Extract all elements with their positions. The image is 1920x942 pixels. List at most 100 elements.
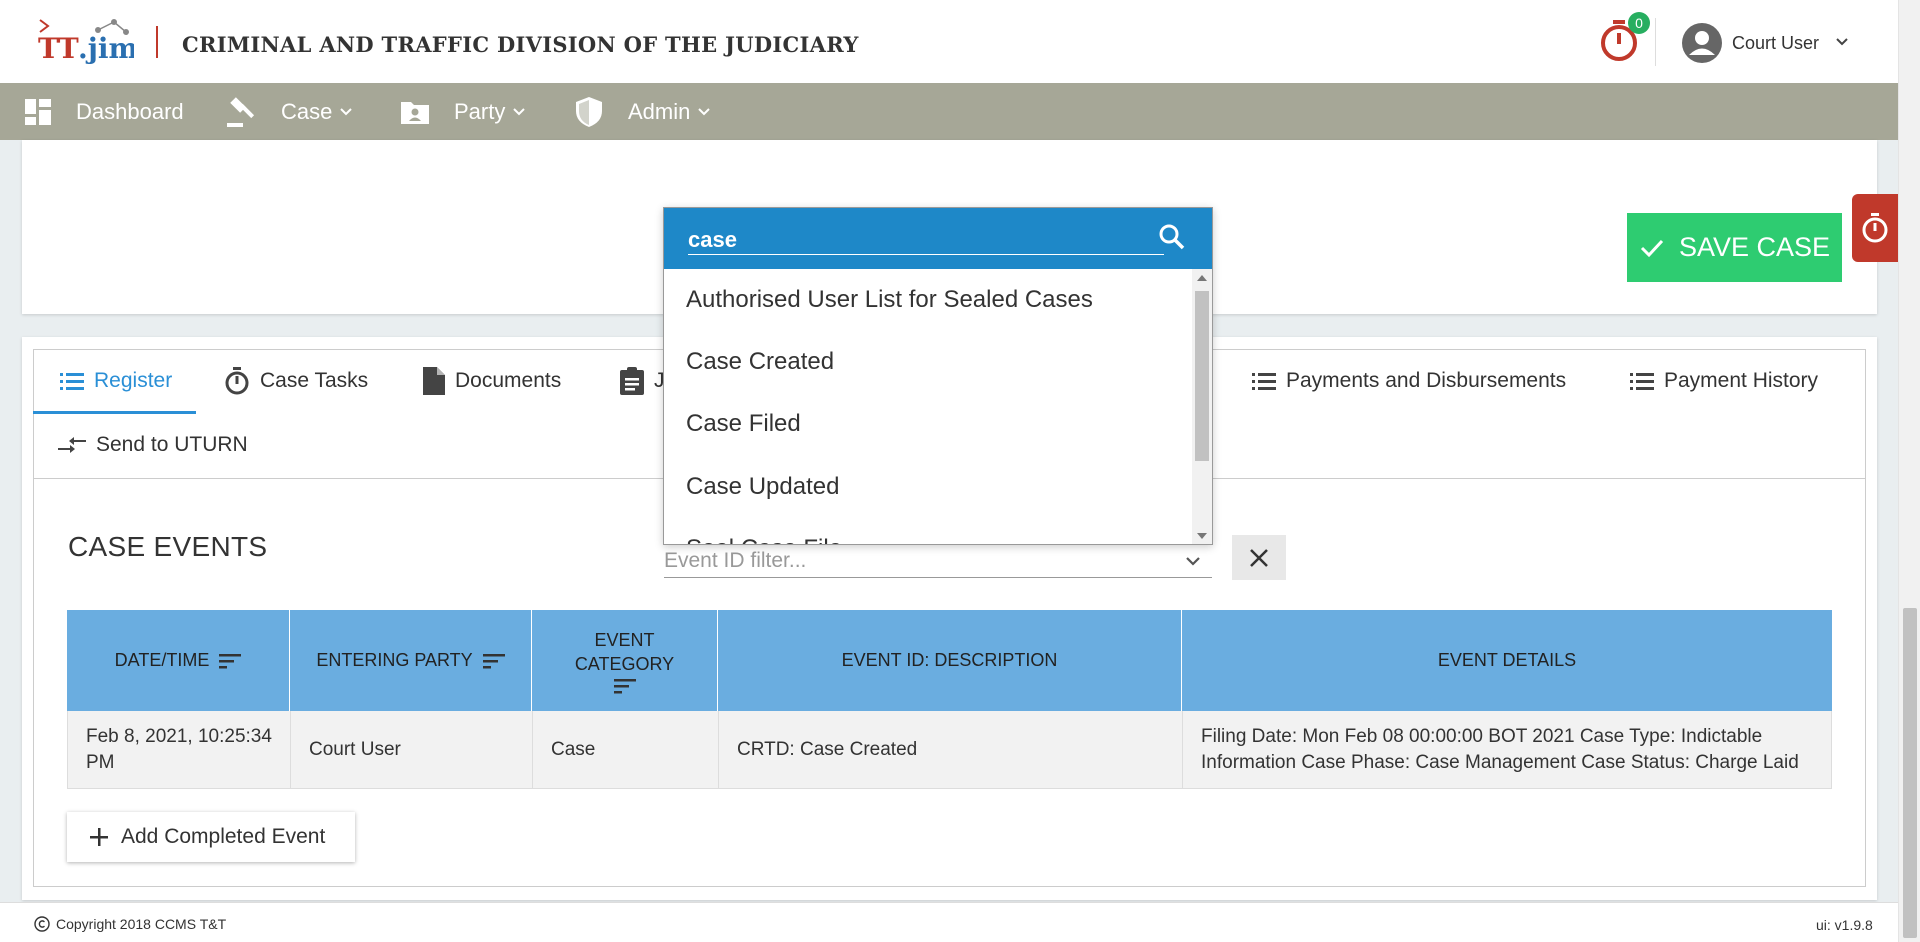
column-header-event-id: EVENT ID: DESCRIPTION (718, 610, 1182, 711)
chevron-down-icon (513, 107, 526, 115)
column-header-datetime[interactable]: DATE/TIME (67, 610, 290, 711)
dropdown-scrollbar-thumb[interactable] (1195, 291, 1209, 461)
nav-item-admin[interactable]: Admin (574, 83, 712, 140)
app-footer: Copyright 2018 CCMS T&T ui: v1.9.8 (0, 902, 1898, 942)
tab-register[interactable]: Register (60, 361, 172, 401)
column-header-event-details: EVENT DETAILS (1182, 610, 1832, 711)
dropdown-search-underline (688, 254, 1164, 255)
cell-event-details: Filing Date: Mon Feb 08 00:00:00 BOT 202… (1201, 725, 1799, 773)
user-name[interactable]: Court User (1732, 33, 1819, 54)
table-row[interactable]: Feb 8, 2021, 10:25:34 PM Court User Case… (67, 711, 1832, 789)
dropdown-search-bar (664, 208, 1212, 269)
case-events-title: CASE EVENTS (68, 531, 268, 562)
save-case-label: SAVE CASE (1678, 232, 1831, 262)
svg-text:.jim: .jim (78, 32, 134, 65)
sort-icon[interactable] (219, 653, 242, 669)
check-icon (1640, 239, 1664, 257)
contact-folder-icon (400, 98, 430, 126)
tab-payment-history[interactable]: Payment History (1630, 361, 1818, 401)
side-timer-button[interactable] (1852, 194, 1898, 262)
nav-item-party[interactable]: Party (400, 83, 527, 140)
tab-label: Case Tasks (260, 369, 369, 392)
page-scrollbar-thumb[interactable] (1903, 608, 1917, 938)
table-header: DATE/TIME ENTERING PARTY EVENT CATEGORY … (67, 610, 1832, 711)
chevron-down-icon[interactable] (1834, 34, 1850, 50)
stopwatch-icon (1862, 213, 1888, 243)
tab-label: Documents (455, 369, 562, 392)
header-separator (1655, 18, 1656, 66)
logo-divider (156, 26, 158, 58)
list-icon (1630, 373, 1654, 390)
timer-icon (225, 367, 249, 395)
nav-label-dashboard: Dashboard (76, 98, 184, 124)
add-completed-event-label: Add Completed Event (121, 825, 326, 848)
tab-label: Payment History (1664, 369, 1819, 392)
dropdown-option[interactable]: Seal Case File (664, 518, 1192, 544)
scroll-down-arrow-icon[interactable] (1197, 533, 1207, 539)
tab-label: Register (94, 369, 173, 392)
user-avatar-icon[interactable] (1681, 22, 1723, 64)
shield-icon (574, 96, 604, 128)
list-icon (1252, 373, 1276, 390)
cell-event-category: Case (533, 711, 719, 788)
column-label: EVENT DETAILS (1437, 650, 1577, 670)
event-id-filter[interactable] (664, 546, 1212, 578)
swap-icon (58, 437, 86, 453)
column-label: EVENT ID: DESCRIPTION (841, 650, 1058, 670)
dropdown-option[interactable]: Authorised User List for Sealed Cases (664, 269, 1192, 331)
close-icon (1250, 548, 1268, 567)
chevron-down-icon (698, 107, 711, 115)
column-label: DATE/TIME (114, 650, 210, 670)
search-icon[interactable] (1157, 222, 1187, 252)
event-id-dropdown: Authorised User List for Sealed Cases Ca… (663, 207, 1213, 545)
tab-j[interactable]: J (620, 361, 665, 401)
chevron-down-icon[interactable] (1184, 552, 1202, 570)
list-icon (60, 373, 84, 390)
tab-case-tasks[interactable]: Case Tasks (224, 361, 368, 401)
chevron-down-icon (340, 107, 353, 115)
sort-icon[interactable] (613, 678, 636, 694)
nav-label-admin: Admin (628, 98, 691, 124)
nav-label-case: Case (281, 98, 333, 124)
event-id-filter-input[interactable] (664, 546, 1174, 576)
dropdown-search-input[interactable] (688, 225, 1148, 255)
dropdown-option[interactable]: Case Updated (664, 456, 1192, 518)
active-tab-indicator (33, 411, 196, 414)
page-scrollbar[interactable] (1898, 0, 1920, 942)
nav-label-party: Party (454, 98, 506, 124)
nav-item-dashboard[interactable]: Dashboard (24, 83, 184, 140)
dropdown-options-list: Authorised User List for Sealed Cases Ca… (664, 269, 1192, 544)
tab-documents[interactable]: Documents (423, 361, 561, 401)
cell-event-description: CRTD: Case Created (719, 711, 1183, 788)
footer-copyright: Copyright 2018 CCMS T&T (34, 916, 226, 932)
copyright-text: Copyright 2018 CCMS T&T (56, 916, 227, 932)
cell-entering-party: Court User (291, 711, 533, 788)
dropdown-option[interactable]: Case Filed (664, 393, 1192, 455)
svg-text:TT: TT (38, 32, 79, 65)
save-case-button[interactable]: SAVE CASE (1627, 213, 1842, 282)
cell-datetime: Feb 8, 2021, 10:25:34 PM (68, 711, 291, 788)
sort-icon[interactable] (482, 653, 505, 669)
column-label: EVENT CATEGORY (574, 629, 675, 674)
column-header-entering-party[interactable]: ENTERING PARTY (290, 610, 532, 711)
column-label: ENTERING PARTY (316, 650, 473, 670)
nav-item-case[interactable]: Case (225, 83, 354, 140)
tab-label: Payments and Disbursements (1286, 369, 1567, 392)
clear-filter-button[interactable] (1232, 535, 1286, 580)
scroll-up-arrow-icon[interactable] (1197, 275, 1207, 281)
timer-count-badge: 0 (1628, 12, 1650, 34)
version-label: ui: v1.9.8 (1816, 917, 1873, 933)
column-header-event-category[interactable]: EVENT CATEGORY (532, 610, 718, 711)
dropdown-scrollbar[interactable] (1192, 269, 1212, 544)
tab-send-to-uturn[interactable]: Send to UTURN (58, 425, 248, 465)
tab-payments-disbursements[interactable]: Payments and Disbursements (1252, 361, 1566, 401)
copyright-icon (34, 916, 50, 932)
app-title: CRIMINAL AND TRAFFIC DIVISION OF THE JUD… (182, 32, 859, 57)
app-header: TT .jim CRIMINAL AND TRAFFIC DIVISION OF… (0, 0, 1898, 83)
tab-label: Send to UTURN (96, 433, 248, 456)
dropdown-option[interactable]: Case Created (664, 331, 1192, 393)
clipboard-icon (620, 367, 644, 395)
gavel-icon (225, 95, 259, 129)
add-completed-event-button[interactable]: Add Completed Event (67, 812, 355, 862)
ttjim-logo[interactable]: TT .jim (38, 18, 138, 66)
